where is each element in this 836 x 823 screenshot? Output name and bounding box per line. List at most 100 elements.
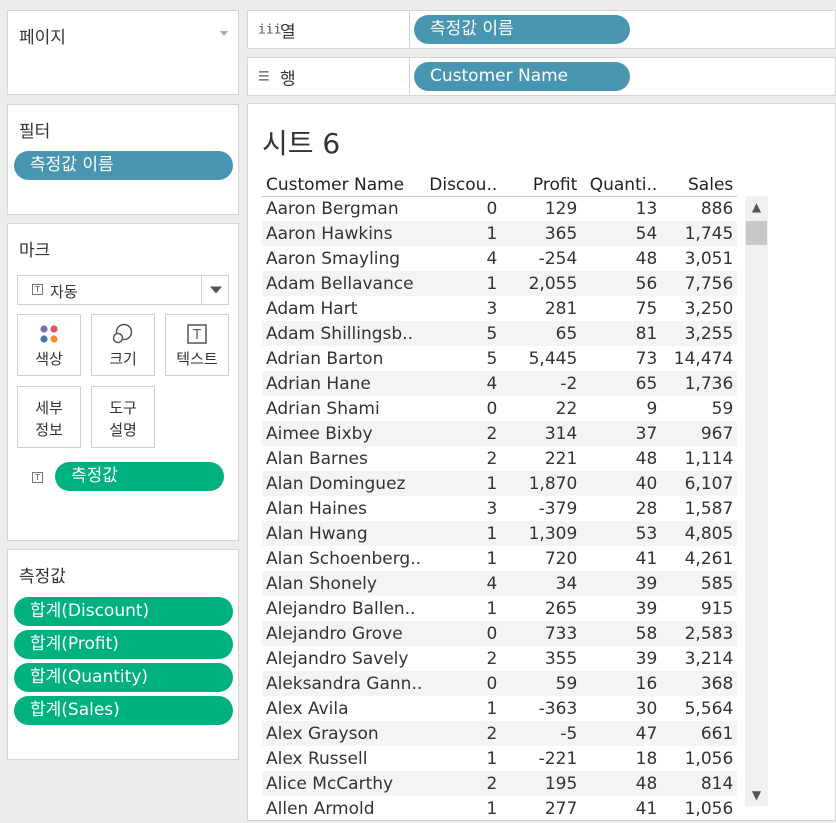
cell-discount[interactable]: 2 xyxy=(422,771,498,796)
cell-quantity[interactable]: 54 xyxy=(577,221,658,246)
cell-quantity[interactable]: 48 xyxy=(577,771,658,796)
cell-quantity[interactable]: 48 xyxy=(577,446,658,471)
cell-customer-name[interactable]: Adam Shillingsb.. xyxy=(262,321,423,346)
cell-discount[interactable]: 2 xyxy=(422,646,497,671)
cell-quantity[interactable]: 41 xyxy=(577,796,658,820)
cell-profit[interactable]: 2,055 xyxy=(497,271,578,296)
vertical-scrollbar[interactable]: ▲ ▼ xyxy=(745,196,768,806)
cell-quantity[interactable]: 39 xyxy=(577,646,658,671)
cell-discount[interactable]: 2 xyxy=(422,421,498,446)
rows-pill-customer-name[interactable]: Customer Name xyxy=(414,62,630,91)
cell-customer-name[interactable]: Alejandro Ballen.. xyxy=(262,596,422,621)
cell-profit[interactable]: 195 xyxy=(497,771,578,796)
cell-discount[interactable]: 1 xyxy=(422,521,498,546)
cell-quantity[interactable]: 30 xyxy=(577,696,658,721)
cell-discount[interactable]: 3 xyxy=(422,296,497,321)
cell-quantity[interactable]: 56 xyxy=(577,271,658,296)
measure-pill-profit[interactable]: 합계(Profit) xyxy=(14,630,233,659)
cell-quantity[interactable]: 58 xyxy=(577,621,658,646)
cell-customer-name[interactable]: Adrian Shami xyxy=(262,396,422,421)
cell-quantity[interactable]: 73 xyxy=(577,346,658,371)
cell-sales[interactable]: 14,474 xyxy=(657,346,737,371)
cell-quantity[interactable]: 37 xyxy=(577,421,658,446)
text-button[interactable]: T 텍스트 xyxy=(165,314,229,376)
measure-pill-quantity[interactable]: 합계(Quantity) xyxy=(14,663,233,692)
cell-customer-name[interactable]: Alan Dominguez xyxy=(262,471,423,496)
cell-customer-name[interactable]: Adrian Barton xyxy=(262,346,422,371)
cell-profit[interactable]: -363 xyxy=(497,696,578,721)
cell-profit[interactable]: 65 xyxy=(497,321,578,346)
cell-quantity[interactable]: 40 xyxy=(577,471,658,496)
header-quantity[interactable]: Quanti.. xyxy=(577,174,658,197)
header-discount[interactable]: Discou.. xyxy=(422,174,498,197)
cell-customer-name[interactable]: Alex Avila xyxy=(262,696,422,721)
cell-profit[interactable]: 365 xyxy=(497,221,578,246)
cell-sales[interactable]: 661 xyxy=(657,721,738,746)
cell-discount[interactable]: 1 xyxy=(422,696,497,721)
size-button[interactable]: 크기 xyxy=(91,314,155,376)
cell-discount[interactable]: 1 xyxy=(422,546,497,571)
cell-sales[interactable]: 2,583 xyxy=(657,621,738,646)
cell-discount[interactable]: 1 xyxy=(422,596,497,621)
cell-sales[interactable]: 814 xyxy=(657,771,738,796)
cell-discount[interactable]: 1 xyxy=(422,471,498,496)
cell-profit[interactable]: -221 xyxy=(497,746,578,771)
cell-discount[interactable]: 4 xyxy=(422,371,498,396)
cell-discount[interactable]: 3 xyxy=(422,496,497,521)
marks-pill-measure-values[interactable]: 측정값 xyxy=(55,462,224,491)
cell-sales[interactable]: 6,107 xyxy=(657,471,738,496)
header-sales[interactable]: Sales xyxy=(657,174,738,197)
cell-customer-name[interactable]: Alan Barnes xyxy=(262,446,422,471)
cell-discount[interactable]: 0 xyxy=(422,671,498,696)
scroll-thumb[interactable] xyxy=(746,221,767,245)
cell-sales[interactable]: 59 xyxy=(657,396,737,421)
cell-customer-name[interactable]: Adam Hart xyxy=(262,296,422,321)
cell-sales[interactable]: 7,756 xyxy=(657,271,738,296)
cell-quantity[interactable]: 13 xyxy=(577,196,658,221)
cell-discount[interactable]: 1 xyxy=(422,221,498,246)
cell-customer-name[interactable]: Alan Hwang xyxy=(262,521,423,546)
cell-sales[interactable]: 1,114 xyxy=(657,446,737,471)
header-customer-name[interactable]: Customer Name xyxy=(262,174,423,197)
cell-sales[interactable]: 3,255 xyxy=(657,321,738,346)
cell-sales[interactable]: 1,736 xyxy=(657,371,738,396)
cell-discount[interactable]: 0 xyxy=(422,621,498,646)
cell-sales[interactable]: 4,261 xyxy=(657,546,737,571)
header-profit[interactable]: Profit xyxy=(497,174,578,197)
filter-pill-measure-names[interactable]: 측정값 이름 xyxy=(14,151,233,180)
scroll-down-icon[interactable]: ▼ xyxy=(745,788,768,802)
scroll-up-icon[interactable]: ▲ xyxy=(745,200,768,214)
cell-quantity[interactable]: 9 xyxy=(577,396,657,421)
cell-profit[interactable]: -5 xyxy=(497,721,578,746)
measure-pill-discount[interactable]: 합계(Discount) xyxy=(14,597,233,626)
cell-sales[interactable]: 915 xyxy=(657,596,737,621)
columns-pill-measure-names[interactable]: 측정값 이름 xyxy=(414,15,630,44)
cell-customer-name[interactable]: Aaron Bergman xyxy=(262,196,422,221)
cell-profit[interactable]: 59 xyxy=(497,671,578,696)
cell-discount[interactable]: 0 xyxy=(422,196,497,221)
cell-quantity[interactable]: 53 xyxy=(577,521,658,546)
cell-customer-name[interactable]: Alejandro Savely xyxy=(262,646,422,671)
cell-discount[interactable]: 4 xyxy=(422,571,498,596)
cell-discount[interactable]: 4 xyxy=(422,246,497,271)
cell-discount[interactable]: 0 xyxy=(422,396,497,421)
cell-profit[interactable]: 720 xyxy=(497,546,577,571)
cell-discount[interactable]: 1 xyxy=(422,796,497,820)
cell-quantity[interactable]: 65 xyxy=(577,371,658,396)
cell-sales[interactable]: 368 xyxy=(657,671,738,696)
cell-customer-name[interactable]: Alejandro Grove xyxy=(262,621,423,646)
measure-pill-sales[interactable]: 합계(Sales) xyxy=(14,696,233,725)
cell-profit[interactable]: 733 xyxy=(497,621,578,646)
cell-quantity[interactable]: 18 xyxy=(577,746,658,771)
cell-discount[interactable]: 2 xyxy=(422,446,497,471)
cell-profit[interactable]: -379 xyxy=(497,496,578,521)
cell-customer-name[interactable]: Adrian Hane xyxy=(262,371,423,396)
cell-sales[interactable]: 1,745 xyxy=(657,221,738,246)
cell-discount[interactable]: 1 xyxy=(422,271,498,296)
cell-customer-name[interactable]: Aaron Smayling xyxy=(262,246,422,271)
cell-discount[interactable]: 1 xyxy=(422,746,497,771)
tooltip-button[interactable]: 도구 설명 xyxy=(91,386,155,448)
cell-quantity[interactable]: 81 xyxy=(577,321,658,346)
pages-dropdown-icon[interactable] xyxy=(220,31,228,36)
cell-quantity[interactable]: 16 xyxy=(577,671,658,696)
